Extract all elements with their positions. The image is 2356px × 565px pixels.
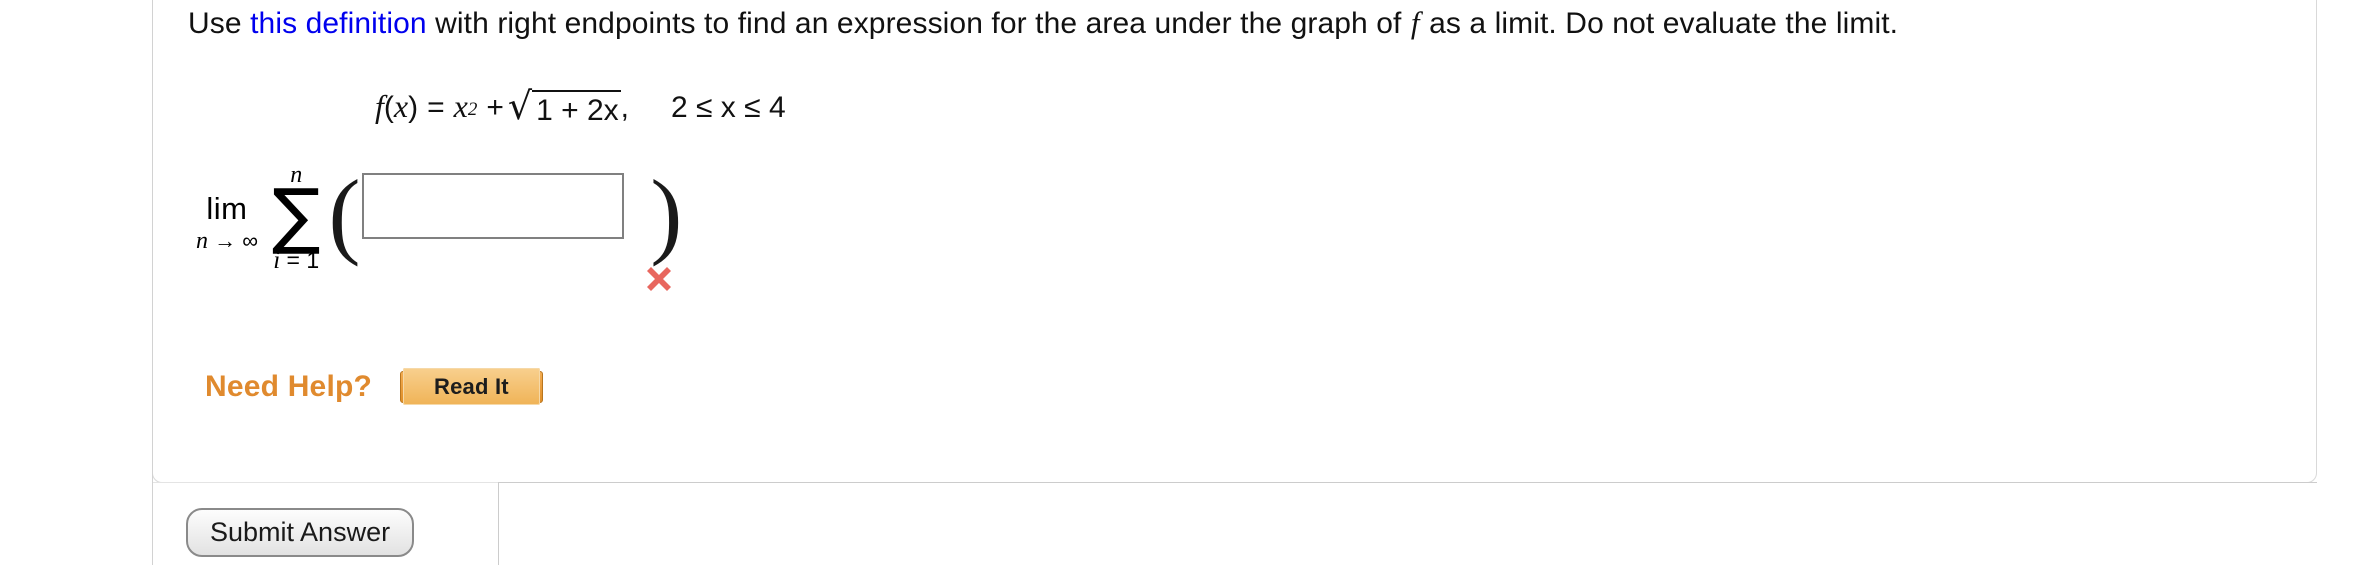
fn-open-paren: ( xyxy=(383,91,394,124)
need-help-label: Need Help? xyxy=(205,370,373,403)
footer-panel xyxy=(498,482,2317,565)
summation-lower-bound: i = 1 xyxy=(273,248,319,273)
fn-domain: 2 ≤ x ≤ 4 xyxy=(670,91,786,124)
need-help-row: Need Help? Read It xyxy=(205,368,543,405)
fn-comma: , xyxy=(620,91,629,124)
open-paren: ( xyxy=(328,160,361,268)
sigma-icon: ∑ xyxy=(271,173,321,258)
fn-argument: x xyxy=(393,88,409,124)
summation-index-variable: i xyxy=(273,246,281,274)
fn-equals: = xyxy=(427,91,445,124)
lim-word: lim xyxy=(206,191,248,226)
question-prompt: Use this definition with right endpoints… xyxy=(188,4,1898,43)
limit-expression: lim n → ∞ n ∑ i = 1 ( ) xyxy=(196,160,684,291)
read-it-button[interactable]: Read It xyxy=(400,368,543,405)
lim-subscript-infinity: ∞ xyxy=(242,228,258,253)
lim-subscript-arrow-icon: → xyxy=(214,228,237,253)
radical-sign-icon: √ xyxy=(507,84,533,128)
read-it-button-label: Read It xyxy=(403,368,540,405)
radicand: 1 + 2x xyxy=(532,90,621,128)
square-root: √ 1 + 2x xyxy=(507,84,621,128)
submit-answer-button[interactable]: Submit Answer xyxy=(186,508,415,557)
prompt-text-after-link: with right endpoints to find an expressi… xyxy=(426,7,1410,40)
fn-name: f xyxy=(375,88,384,124)
question-screen: Use this definition with right endpoints… xyxy=(0,0,2356,565)
answer-input[interactable] xyxy=(362,173,625,239)
fn-close-paren: ) xyxy=(408,91,419,124)
footer-divider xyxy=(153,482,498,483)
lim-subscript-variable: n xyxy=(196,228,208,254)
close-paren: ) xyxy=(650,160,683,268)
answer-input-group xyxy=(362,173,672,291)
prompt-text-before-link: Use xyxy=(188,7,251,40)
prompt-function-variable: f xyxy=(1410,5,1420,40)
limit-operator: lim n → ∞ xyxy=(196,193,262,253)
fn-term1-base: x xyxy=(453,88,468,124)
summation-lower-rest: = 1 xyxy=(286,246,320,273)
fn-plus: + xyxy=(486,91,504,124)
lim-subscript: n → ∞ xyxy=(196,229,258,253)
summation-operator: n ∑ i = 1 xyxy=(272,163,321,273)
this-definition-link[interactable]: this definition xyxy=(250,7,427,40)
left-vertical-rule xyxy=(152,0,153,565)
prompt-text-tail: as a limit. Do not evaluate the limit. xyxy=(1420,7,1899,40)
function-definition: f(x) = x2 + √ 1 + 2x , 2 ≤ x ≤ 4 xyxy=(375,84,786,128)
incorrect-x-icon xyxy=(647,267,672,291)
fn-term1-exponent: 2 xyxy=(467,99,478,120)
